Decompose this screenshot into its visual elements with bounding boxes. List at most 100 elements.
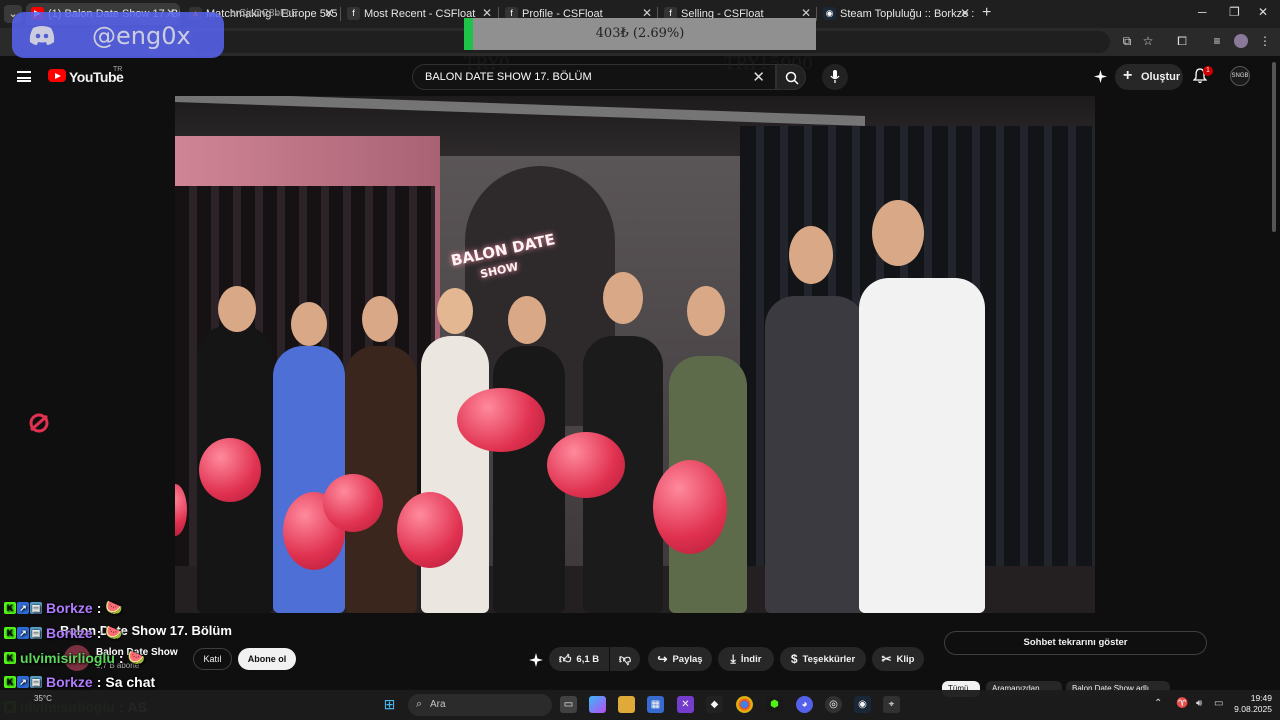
share-icon: ↪ [657,652,668,666]
search-icon: ⌕ [416,698,423,710]
microphone-icon [830,70,840,83]
epic-games-icon[interactable]: ◆ [706,696,723,713]
obs-icon[interactable]: ◎ [825,696,842,713]
chat-text: 🍉 [127,649,146,665]
store-icon[interactable]: ▦ [647,696,664,713]
kick-icon[interactable]: ⬢ [766,696,783,713]
youtube-logo-icon[interactable] [48,69,66,82]
chat-separator: : [96,599,102,616]
taskbar-search[interactable]: ⌕ Ara [408,694,552,716]
show-chat-replay-button[interactable]: Sohbet tekrarını göster [944,631,1207,655]
counter-strike-icon[interactable]: ⌖ [883,696,900,713]
close-icon[interactable]: ✕ [324,6,334,20]
create-button[interactable]: + Oluştur [1115,64,1183,90]
volume-icon[interactable]: 🔊︎ [1196,698,1202,709]
system-clock[interactable]: 19:49 9.08.2025 [1228,693,1272,715]
balloon [547,432,625,498]
minimize-icon[interactable]: ─ [1198,5,1207,19]
video-player[interactable]: BALON DATE SHOW [175,96,1095,613]
clip-label: Klip [896,653,915,665]
chat-separator: : [96,624,102,641]
clock-time: 19:49 [1250,693,1272,703]
person [859,278,985,613]
country-code: TR [113,66,123,73]
account-avatar[interactable]: SNGB [1230,66,1250,86]
scissors-icon: ✂ [881,652,892,666]
thanks-label: Teşekkürler [802,653,856,665]
price-min-label: TRY0 [464,54,510,74]
weather-widget[interactable]: 35°C [34,694,52,703]
discord-voice-overlay: @eng0x [12,12,224,58]
task-view-icon[interactable]: ▭ [560,696,577,713]
share-button[interactable]: ↪ Paylaş [648,647,712,671]
kick-badge-icon: K [4,651,16,664]
moderator-badge-icon: ↗ [17,676,29,688]
chat-text: 🍉 [105,599,123,615]
reading-list-icon[interactable]: ≡ [1210,34,1224,48]
csfloat-icon: f [347,7,360,20]
kick-badge-icon: K [4,676,16,688]
chat-username[interactable]: ulvimisirlioglu [20,650,115,666]
chat-message: Kulvimisirlioglu: 🍉 [4,649,145,666]
battery-icon[interactable]: ▭ [1214,698,1223,709]
chrome-icon[interactable] [736,696,753,713]
cast-icon[interactable]: ⧉ [1120,34,1134,48]
download-button[interactable]: ⤓ İndir [718,647,774,671]
discord-icon[interactable]: ◕ [796,696,813,713]
join-button[interactable]: Katıl [193,648,232,670]
like-count: 6,1 B [576,653,600,665]
close-icon[interactable]: ✕ [960,6,970,20]
price-value: 403₺ (2.69%) [595,26,685,41]
page-scrollbar[interactable] [1272,62,1276,232]
moderator-badge-icon: ↗ [17,601,29,614]
person-head [687,286,725,336]
network-icon[interactable]: ♈ [1176,698,1188,709]
copilot-icon[interactable] [589,696,606,713]
dislike-button[interactable]: 👎︎ [610,647,640,671]
subscribe-button[interactable]: Abone ol [238,648,296,670]
steam-icon[interactable]: ◉ [854,696,871,713]
window-close-icon[interactable]: ✕ [1258,5,1268,19]
new-tab-button[interactable]: + [982,4,991,22]
person-head [603,272,643,324]
subscriber-badge-icon: ▤ [30,601,42,614]
profile-icon[interactable] [1234,34,1248,48]
extensions-icon[interactable]: ⧠ [1175,34,1189,48]
chat-username[interactable]: Borkze [46,625,93,641]
menu-icon[interactable] [17,71,31,82]
windows-start-icon[interactable]: ⊞ [381,696,398,713]
clip-button[interactable]: ✂ Klip [872,647,924,671]
folder-icon[interactable] [618,696,635,713]
person-head [437,288,473,334]
price-max-label: TRY15000 [724,54,813,74]
taskbar-search-placeholder: Ara [430,699,446,710]
person-head [362,296,398,342]
url-text: erCjaOC8bFcE [230,8,298,19]
tab-divider [816,7,817,21]
sparkle-icon[interactable] [1093,69,1108,84]
chat-badges: K [4,651,16,664]
chat-username[interactable]: Borkze [46,674,93,690]
chat-username[interactable]: Borkze [46,600,93,616]
person-head [872,200,924,266]
chat-badges: K ↗ ▤ [4,676,42,688]
person-head [218,286,256,332]
chat-message: K ↗ ▤ Borkze: 🍉 [4,599,123,616]
tab-steam[interactable]: ◉ Steam Topluluğu :: Borkze :: Öğ ✕ [818,3,974,25]
chat-message: K ↗ ▤ Borkze: Sa chat [4,674,155,690]
tab-divider [340,7,341,21]
thanks-button[interactable]: $ Teşekkürler [780,647,866,671]
person [421,336,489,613]
restore-icon[interactable]: ❐ [1229,5,1240,19]
ask-sparkle-icon[interactable] [528,652,544,668]
browser-menu-icon[interactable]: ⋮ [1258,34,1272,48]
visual-studio-icon[interactable]: ✕ [677,696,694,713]
plus-icon: + [1123,67,1133,84]
balloon [397,492,463,568]
voice-search-button[interactable] [822,64,848,90]
person-head [508,296,546,344]
like-button[interactable]: 👍︎ 6,1 B [549,647,609,671]
tray-overflow-icon[interactable]: ⌃ [1154,698,1162,709]
chat-text: 🍉 [105,624,123,640]
bookmark-star-icon[interactable]: ☆ [1141,34,1155,48]
